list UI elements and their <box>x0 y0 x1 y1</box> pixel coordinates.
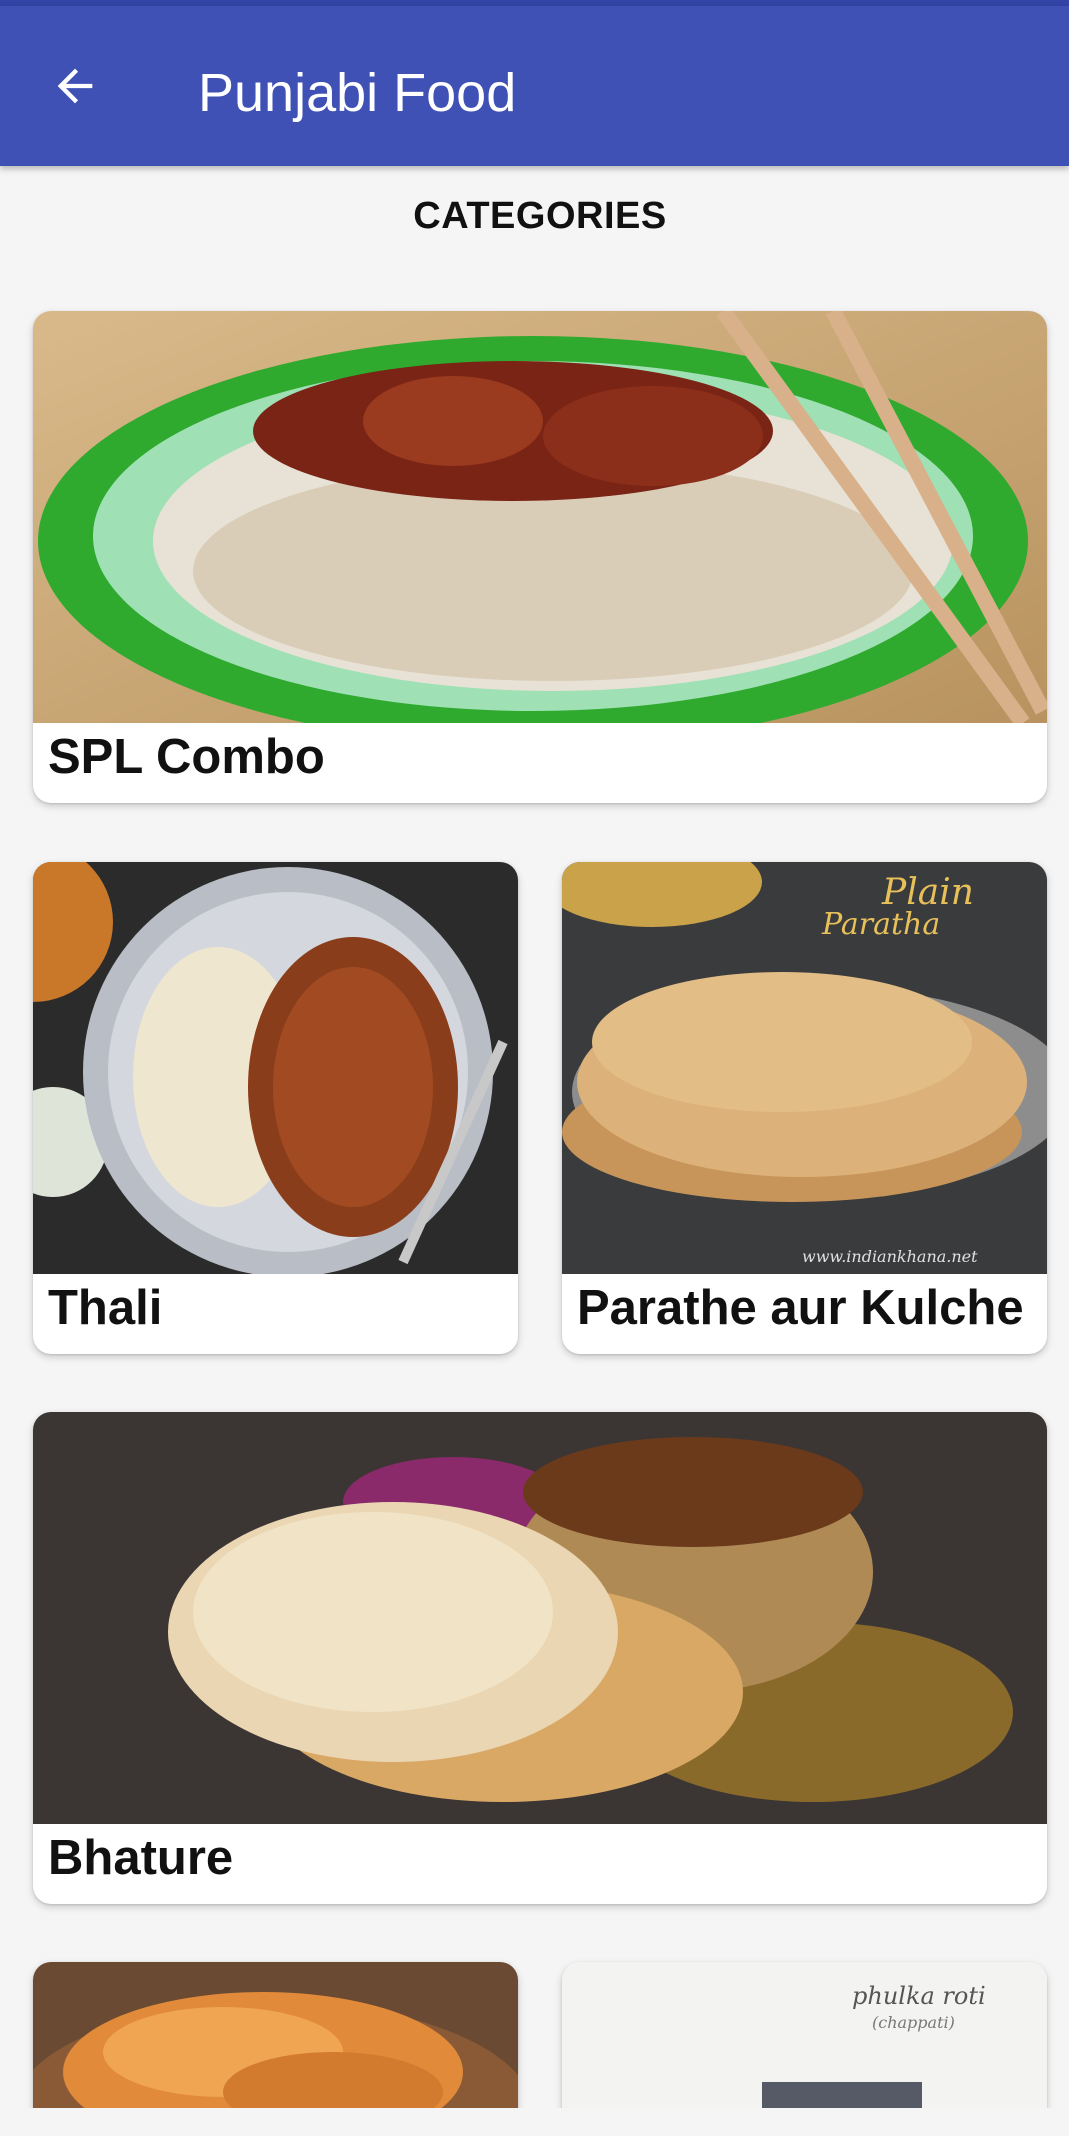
category-card-parathe-aur-kulche[interactable]: Plain Paratha www.indiankhana.net Parath… <box>562 862 1047 1354</box>
app-bar: Punjabi Food <box>0 6 1069 166</box>
category-card-spl-combo[interactable]: SPL Combo <box>33 311 1047 803</box>
category-label: SPL Combo <box>48 730 325 784</box>
category-card-thali[interactable]: Thali <box>33 862 518 1354</box>
page-title: Punjabi Food <box>198 63 517 123</box>
category-image <box>33 862 518 1274</box>
category-image <box>33 1412 1047 1824</box>
category-label: Bhature <box>48 1831 234 1885</box>
category-image <box>33 311 1047 723</box>
photo-caption-text: phulka roti <box>852 1982 986 2010</box>
category-label: Thali <box>48 1281 163 1335</box>
bottom-edge <box>0 2108 1069 2136</box>
photo-caption-text: Paratha <box>821 907 940 942</box>
category-image: Plain Paratha www.indiankhana.net <box>562 862 1047 1274</box>
category-label: Parathe aur Kulche <box>577 1281 1024 1335</box>
category-card-bhature[interactable]: Bhature <box>33 1412 1047 1904</box>
photo-watermark-text: www.indiankhana.net <box>802 1247 978 1266</box>
arrow-left-icon <box>57 68 93 104</box>
photo-caption-text: (chappati) <box>872 2013 955 2032</box>
back-button[interactable] <box>40 51 110 121</box>
section-heading: CATEGORIES <box>413 195 667 237</box>
